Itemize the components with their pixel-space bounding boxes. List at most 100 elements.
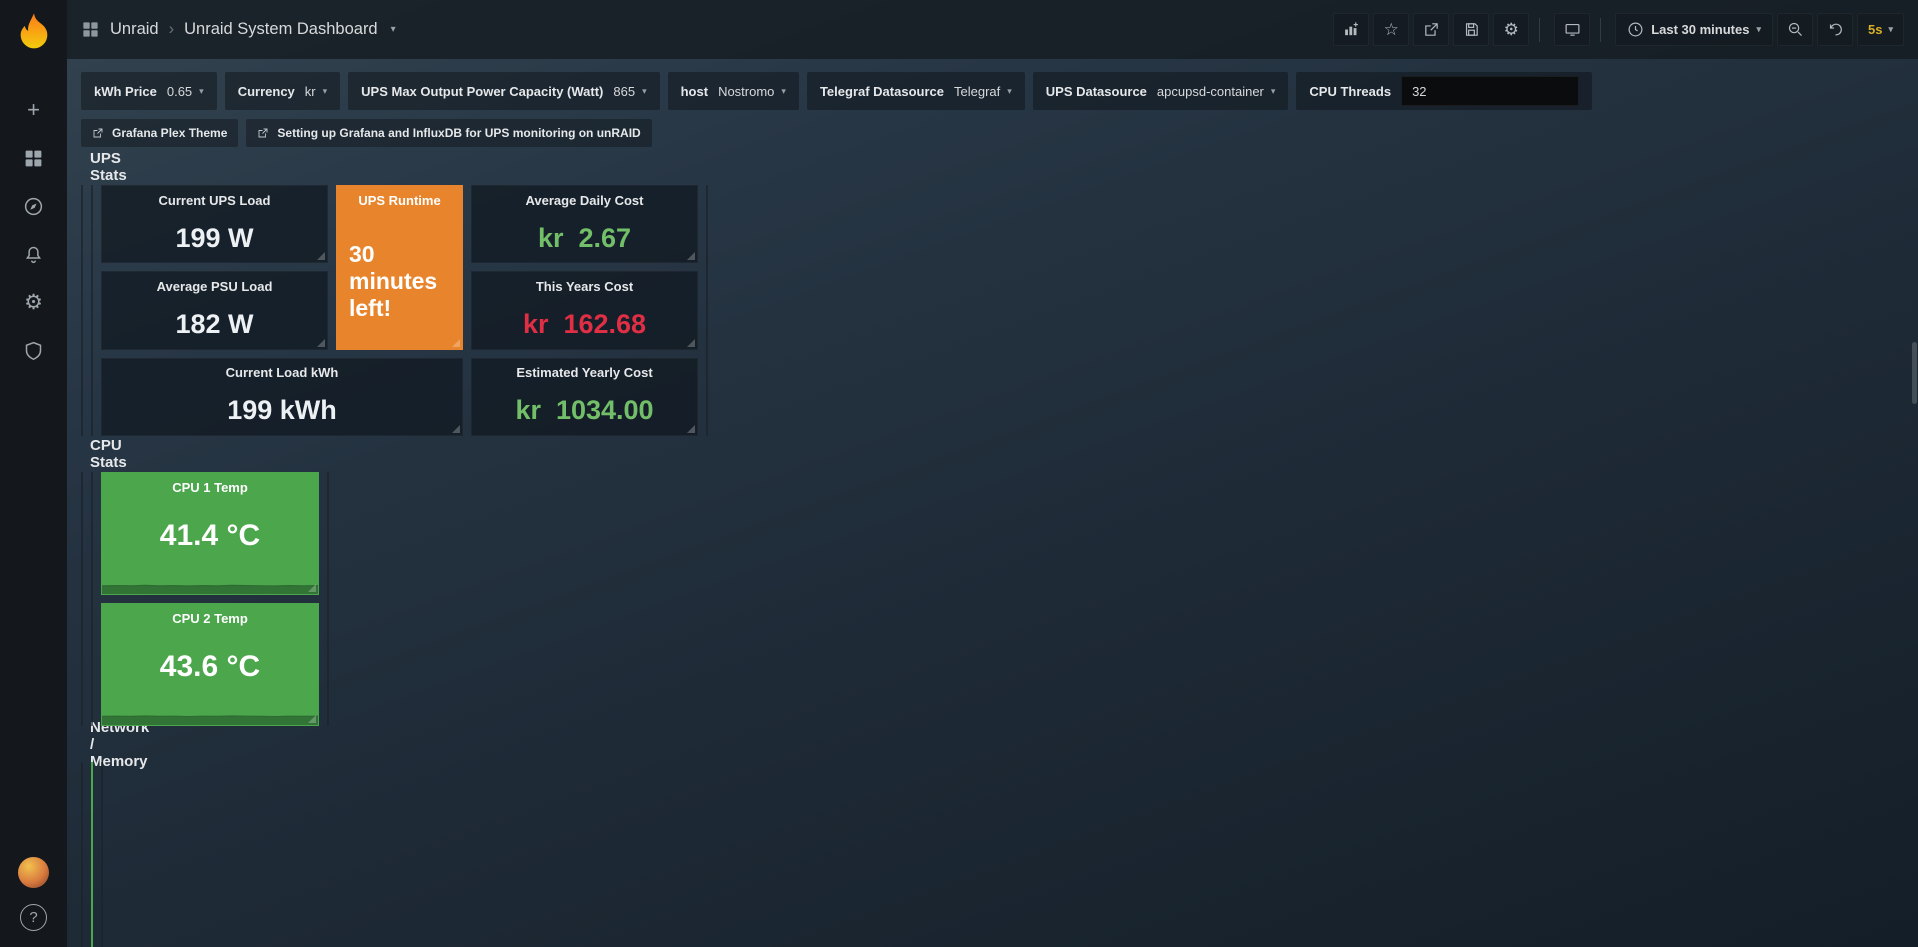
panel-title[interactable]: Current UPS Load bbox=[159, 193, 271, 208]
panel-ups-runtime: UPS Runtime 30 minutes left! bbox=[336, 185, 463, 350]
legend-column[interactable]: current bbox=[327, 664, 329, 676]
variable-label: host bbox=[681, 84, 708, 99]
chart-body: 250 W 200 W 150 W 100 W W bbox=[707, 214, 708, 435]
user-avatar[interactable] bbox=[18, 857, 49, 888]
refresh-button[interactable] bbox=[1817, 13, 1853, 46]
save-button[interactable] bbox=[1453, 13, 1489, 46]
cpu1-temp-sparkline bbox=[102, 570, 318, 594]
panel-title[interactable]: Estimated Yearly Cost bbox=[516, 365, 652, 380]
variable-dropdown[interactable]: apcupsd-container ▾ bbox=[1157, 84, 1276, 99]
panel-title[interactable]: UPS Load % bbox=[81, 193, 83, 208]
panel-title[interactable]: Uptime bbox=[91, 770, 93, 785]
navbar-divider bbox=[1539, 18, 1540, 42]
create-plus-icon[interactable]: + bbox=[12, 92, 56, 128]
panel-title[interactable]: CPU 1 Temp bbox=[172, 480, 248, 495]
breadcrumb-caret-icon[interactable]: ▾ bbox=[391, 24, 396, 35]
cpu-temp-column: CPU 1 Temp 41.4 °C CPU 2 Temp 43.6 °C bbox=[101, 472, 319, 726]
panel-current-ups-load: Current UPS Load 199 W bbox=[101, 185, 328, 263]
caret-down-icon: ▾ bbox=[781, 86, 786, 97]
page-scrollbar[interactable] bbox=[1911, 0, 1918, 947]
dashboard-grid-icon bbox=[81, 20, 100, 39]
variable-dropdown[interactable]: kr▾ bbox=[305, 84, 327, 99]
stat-value: 199 kWh bbox=[227, 395, 337, 426]
variable-ups-max-output: UPS Max Output Power Capacity (Watt) 865… bbox=[348, 72, 659, 110]
breadcrumb-separator: › bbox=[169, 20, 175, 39]
grafana-logo[interactable] bbox=[14, 10, 54, 50]
stat-value: kr 1034.00 bbox=[515, 395, 653, 426]
link-ups-monitoring-guide[interactable]: Setting up Grafana and InfluxDB for UPS … bbox=[246, 119, 651, 147]
variable-value: 865 bbox=[613, 84, 635, 99]
external-link-icon bbox=[92, 127, 104, 139]
panel-cpu1-temp: CPU 1 Temp 41.4 °C bbox=[101, 472, 319, 595]
legend-column[interactable]: current bbox=[81, 664, 83, 676]
panel-title[interactable]: UPS Load vs Time left bbox=[706, 193, 708, 208]
variable-dropdown[interactable]: Telegraf▾ bbox=[954, 84, 1012, 99]
time-picker-label: Last 30 minutes bbox=[1651, 22, 1749, 37]
refresh-interval-button[interactable]: 5s ▾ bbox=[1857, 13, 1904, 46]
variable-value: apcupsd-container bbox=[1157, 84, 1264, 99]
configuration-gear-icon[interactable]: ⚙ bbox=[12, 284, 56, 320]
panel-ups-load-vs-time-left: UPS Load vs Time left 250 W 200 W 150 W … bbox=[706, 185, 708, 436]
stat-value: 43.6 °C bbox=[160, 650, 260, 684]
variable-label: CPU Threads bbox=[1309, 84, 1391, 99]
main-area: Unraid › Unraid System Dashboard ▾ ☆ ⚙ bbox=[67, 0, 1918, 947]
panel-title[interactable]: CPU 2 Temp bbox=[172, 611, 248, 626]
stat-value: kr 2.67 bbox=[538, 223, 631, 254]
link-grafana-plex-theme[interactable]: Grafana Plex Theme bbox=[81, 119, 238, 147]
settings-button[interactable]: ⚙ bbox=[1493, 13, 1529, 46]
time-picker-button[interactable]: Last 30 minutes ▾ bbox=[1615, 13, 1773, 46]
plus-glyph: + bbox=[27, 99, 40, 121]
panel-title[interactable]: Average PSU Load bbox=[157, 279, 273, 294]
variable-dropdown[interactable]: Nostromo▾ bbox=[718, 84, 786, 99]
panel-title[interactable]: CPU package bbox=[91, 480, 93, 495]
dashboard-body: UPS Stats UPS Load % Last 12 hours Perce… bbox=[67, 147, 95, 150]
scrollbar-thumb[interactable] bbox=[1912, 342, 1917, 404]
legend-column[interactable]: current bbox=[91, 664, 93, 676]
caret-down-icon: ▾ bbox=[1271, 86, 1276, 97]
chart-legend: UPS Load Min: 17% Max: 32% Avg: 20% Watt… bbox=[82, 316, 83, 435]
star-icon: ☆ bbox=[1384, 20, 1399, 40]
cpu-threads-input[interactable] bbox=[1401, 76, 1579, 106]
refresh-interval-label: 5s bbox=[1868, 22, 1882, 37]
panel-title[interactable]: UPS Runtime bbox=[358, 193, 440, 208]
grafana-app: + ⚙ ? Unraid › bbox=[0, 0, 1918, 947]
panel-cpu-package: CPU package Last 30 minutes 40% 30% 20% … bbox=[91, 472, 93, 726]
star-button[interactable]: ☆ bbox=[1373, 13, 1409, 46]
share-button[interactable] bbox=[1413, 13, 1449, 46]
zoom-out-button[interactable] bbox=[1777, 13, 1813, 46]
external-link-icon bbox=[257, 127, 269, 139]
variable-cpu-threads: CPU Threads bbox=[1296, 72, 1592, 110]
variable-telegraf-datasource: Telegraf Datasource Telegraf▾ bbox=[807, 72, 1025, 110]
gear-icon: ⚙ bbox=[1504, 20, 1519, 40]
variable-label: kWh Price bbox=[94, 84, 157, 99]
navbar-divider bbox=[1600, 18, 1601, 42]
panel-title[interactable]: This Years Cost bbox=[536, 279, 633, 294]
variable-dropdown[interactable]: 865▾ bbox=[613, 84, 646, 99]
panel-title[interactable]: Current Load kWh bbox=[226, 365, 339, 380]
variable-label: UPS Max Output Power Capacity (Watt) bbox=[361, 84, 603, 99]
sidebar: + ⚙ ? bbox=[0, 0, 67, 947]
alerting-bell-icon[interactable] bbox=[12, 236, 56, 272]
panel-title[interactable]: CPU 2 bbox=[327, 480, 329, 495]
panel-title[interactable]: Average Daily Cost bbox=[525, 193, 643, 208]
breadcrumb-page[interactable]: Unraid System Dashboard bbox=[184, 20, 378, 39]
breadcrumb-app[interactable]: Unraid bbox=[110, 20, 159, 39]
dashboards-icon[interactable] bbox=[12, 140, 56, 176]
cycle-view-tv-button[interactable] bbox=[1554, 13, 1590, 46]
server-admin-shield-icon[interactable] bbox=[12, 332, 56, 368]
help-icon[interactable]: ? bbox=[20, 904, 47, 931]
explore-compass-icon[interactable] bbox=[12, 188, 56, 224]
add-panel-button[interactable] bbox=[1333, 13, 1369, 46]
panel-ups-load-percent: UPS Load % Last 12 hours Percent 35% 30%… bbox=[81, 185, 83, 436]
variable-dropdown[interactable]: 0.65▾ bbox=[167, 84, 204, 99]
panel-title[interactable]: UPS Battery Charge bbox=[91, 193, 93, 208]
panel-title[interactable]: Network bbox=[81, 770, 83, 785]
panel-estimated-yearly-cost: Estimated Yearly Cost kr 1034.00 bbox=[471, 358, 698, 436]
variable-value: 0.65 bbox=[167, 84, 192, 99]
panel-title[interactable]: Memory bbox=[101, 770, 103, 785]
panel-cpu-1: CPU 1 Last 30 minutes 100% 50% 0% bbox=[81, 472, 83, 726]
link-label: Grafana Plex Theme bbox=[112, 126, 227, 140]
panel-ups-battery-charge: UPS Battery Charge 0 50 100 100% bbox=[91, 185, 93, 436]
breadcrumb: Unraid › Unraid System Dashboard ▾ bbox=[81, 20, 396, 39]
panel-title[interactable]: CPU 1 bbox=[81, 480, 83, 495]
